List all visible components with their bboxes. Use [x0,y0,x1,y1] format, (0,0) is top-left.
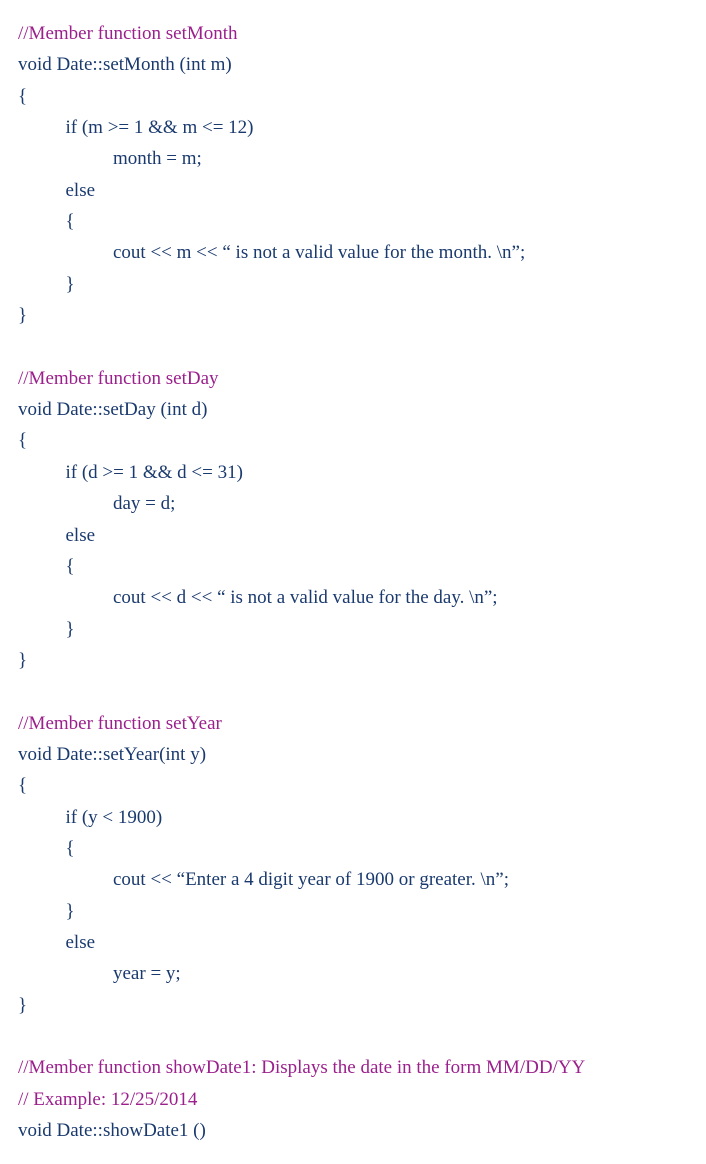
code-line: void Date::setYear(int y) [18,744,206,765]
code-line: } [18,901,75,922]
code-line: void Date::setDay (int d) [18,399,207,420]
code-line: { [18,211,75,232]
code-line: year = y; [18,963,181,984]
code-line: } [18,995,27,1016]
code-line: cout << m << “ is not a valid value for … [18,242,525,263]
code-line: } [18,274,75,295]
code-comment: //Member function setYear [18,713,222,734]
code-line: void Date::showDate1 () [18,1120,206,1141]
code-line: void Date::setMonth (int m) [18,54,232,75]
code-line: } [18,619,75,640]
code-comment: //Member function setMonth [18,23,238,44]
code-line: if (m >= 1 && m <= 12) [18,117,254,138]
code-comment: //Member function setDay [18,368,219,389]
code-line: cout << d << “ is not a valid value for … [18,587,498,608]
code-line: day = d; [18,493,175,514]
code-line: cout << “Enter a 4 digit year of 1900 or… [18,869,509,890]
code-comment: // Example: 12/25/2014 [18,1089,197,1110]
code-block: //Member function setMonth void Date::se… [18,18,688,1146]
code-line: else [18,932,95,953]
code-line: } [18,305,27,326]
code-line: } [18,650,27,671]
code-line: { [18,775,27,796]
code-line: if (y < 1900) [18,807,162,828]
code-line: { [18,556,75,577]
code-line: else [18,180,95,201]
code-line: { [18,86,27,107]
code-line: else [18,525,95,546]
code-line: { [18,838,75,859]
code-line: month = m; [18,148,202,169]
code-line: { [18,430,27,451]
code-comment: //Member function showDate1: Displays th… [18,1057,585,1078]
code-line: if (d >= 1 && d <= 31) [18,462,243,483]
